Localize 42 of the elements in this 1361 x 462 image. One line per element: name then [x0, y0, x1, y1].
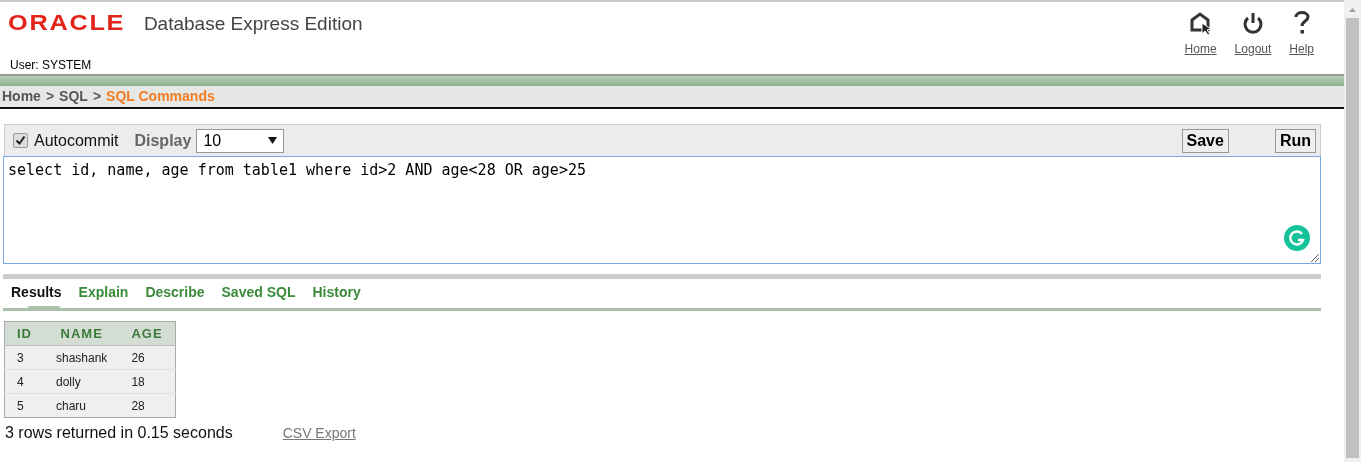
table-cell: shashank [44, 345, 120, 370]
home-icon[interactable] [1188, 11, 1213, 35]
oracle-logo: ORACLE [8, 10, 126, 36]
table-cell: 18 [119, 369, 176, 394]
help-icon[interactable] [1293, 11, 1310, 35]
autocommit-label: Autocommit [34, 131, 119, 150]
help-link[interactable]: Help [1289, 42, 1314, 56]
table-cell: 5 [4, 393, 44, 418]
tab[interactable]: Saved SQL [221, 284, 296, 308]
table-cell: dolly [44, 369, 120, 394]
table-cell: 4 [4, 369, 44, 394]
toolbar-button[interactable]: Run [1274, 128, 1316, 153]
result-summary: 3 rows returned in 0.15 seconds [5, 424, 233, 442]
column-header: AGE [119, 321, 176, 346]
display-dropdown[interactable]: 10 [196, 128, 285, 153]
tab[interactable]: Results [11, 284, 62, 308]
table-cell: charu [44, 393, 120, 418]
table-cell: 28 [119, 393, 176, 418]
breadcrumb-separator: > [45, 88, 55, 104]
user-label: User: SYSTEM [9, 58, 93, 74]
column-header: NAME [44, 321, 120, 346]
table-cell: 26 [119, 345, 176, 370]
toolbar-button[interactable]: Save [1181, 128, 1229, 153]
breadcrumb-link[interactable]: SQL [59, 88, 88, 104]
sql-editor[interactable]: select id, name, age from table1 where id>2 AND age<28 OR age>25 [3, 156, 1321, 264]
logout-link[interactable]: Logout [1234, 42, 1272, 56]
tab[interactable]: Explain [78, 284, 129, 308]
power-icon[interactable] [1241, 12, 1264, 34]
column-header: ID [4, 321, 44, 346]
caret-icon [268, 137, 278, 144]
tab[interactable]: Describe [145, 284, 205, 308]
breadcrumb-separator: > [92, 88, 102, 104]
resize-handle-icon[interactable] [1310, 253, 1319, 262]
breadcrumb-current: SQL Commands [106, 88, 215, 104]
breadcrumb-link[interactable]: Home [2, 88, 41, 104]
product-title: Database Express Edition [143, 13, 363, 35]
autocommit-checkbox[interactable] [13, 133, 28, 148]
display-label: Display [134, 131, 192, 150]
home-link[interactable]: Home [1184, 42, 1217, 56]
csv-export-link[interactable]: CSV Export [282, 425, 356, 441]
table-cell: 3 [4, 345, 44, 370]
tab[interactable]: History [312, 284, 361, 308]
